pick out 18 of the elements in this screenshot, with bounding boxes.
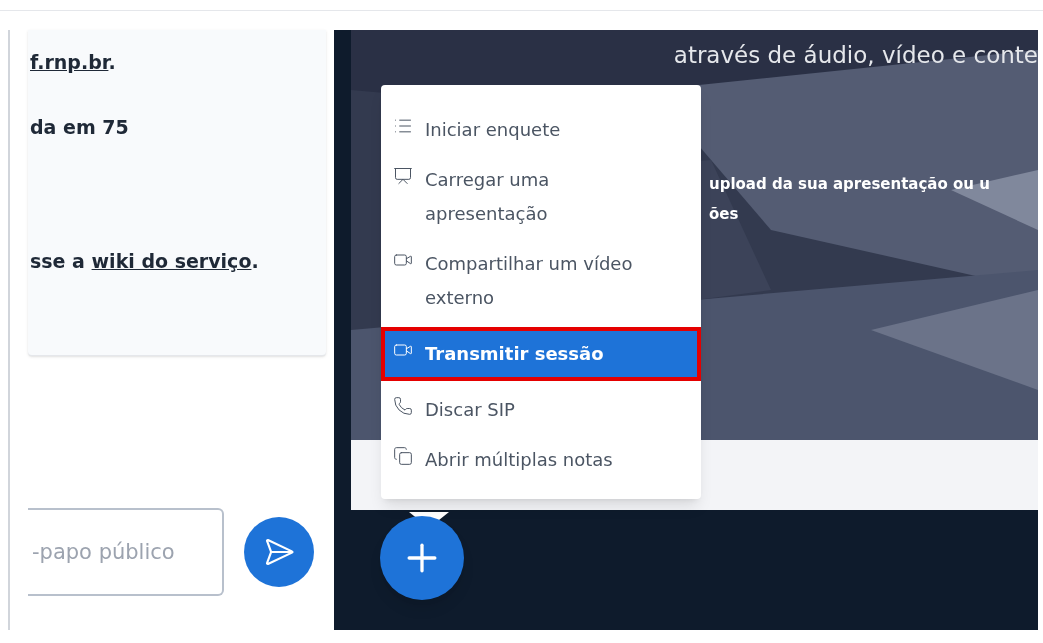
easel-icon — [393, 166, 413, 186]
slide-text: ões — [709, 204, 740, 225]
message-text: f.rnp.br. — [30, 50, 117, 75]
menu-item[interactable]: Carregar uma apresentação — [385, 157, 697, 237]
send-icon — [263, 536, 295, 568]
message-input-field[interactable]: -papo público — [28, 508, 224, 596]
slide-text: upload da sua apresentação ou u — [709, 173, 991, 195]
menu-item[interactable]: Discar SIP — [385, 387, 697, 433]
phone-icon — [393, 396, 413, 416]
copy-icon — [393, 446, 413, 466]
menu-item[interactable]: Abrir múltiplas notas — [385, 437, 697, 483]
message-text: da em 75 — [30, 114, 130, 140]
menu-item[interactable]: Compartilhar um vídeo externo — [385, 241, 697, 321]
link[interactable]: f.rnp.br — [30, 51, 109, 73]
message-text: sse a wiki do serviço. — [30, 249, 260, 274]
slide-heading: através de áudio, vídeo e conte — [673, 41, 1038, 70]
menu-item[interactable]: Iniciar enquete — [385, 107, 697, 153]
link[interactable]: wiki do serviço — [91, 250, 252, 272]
